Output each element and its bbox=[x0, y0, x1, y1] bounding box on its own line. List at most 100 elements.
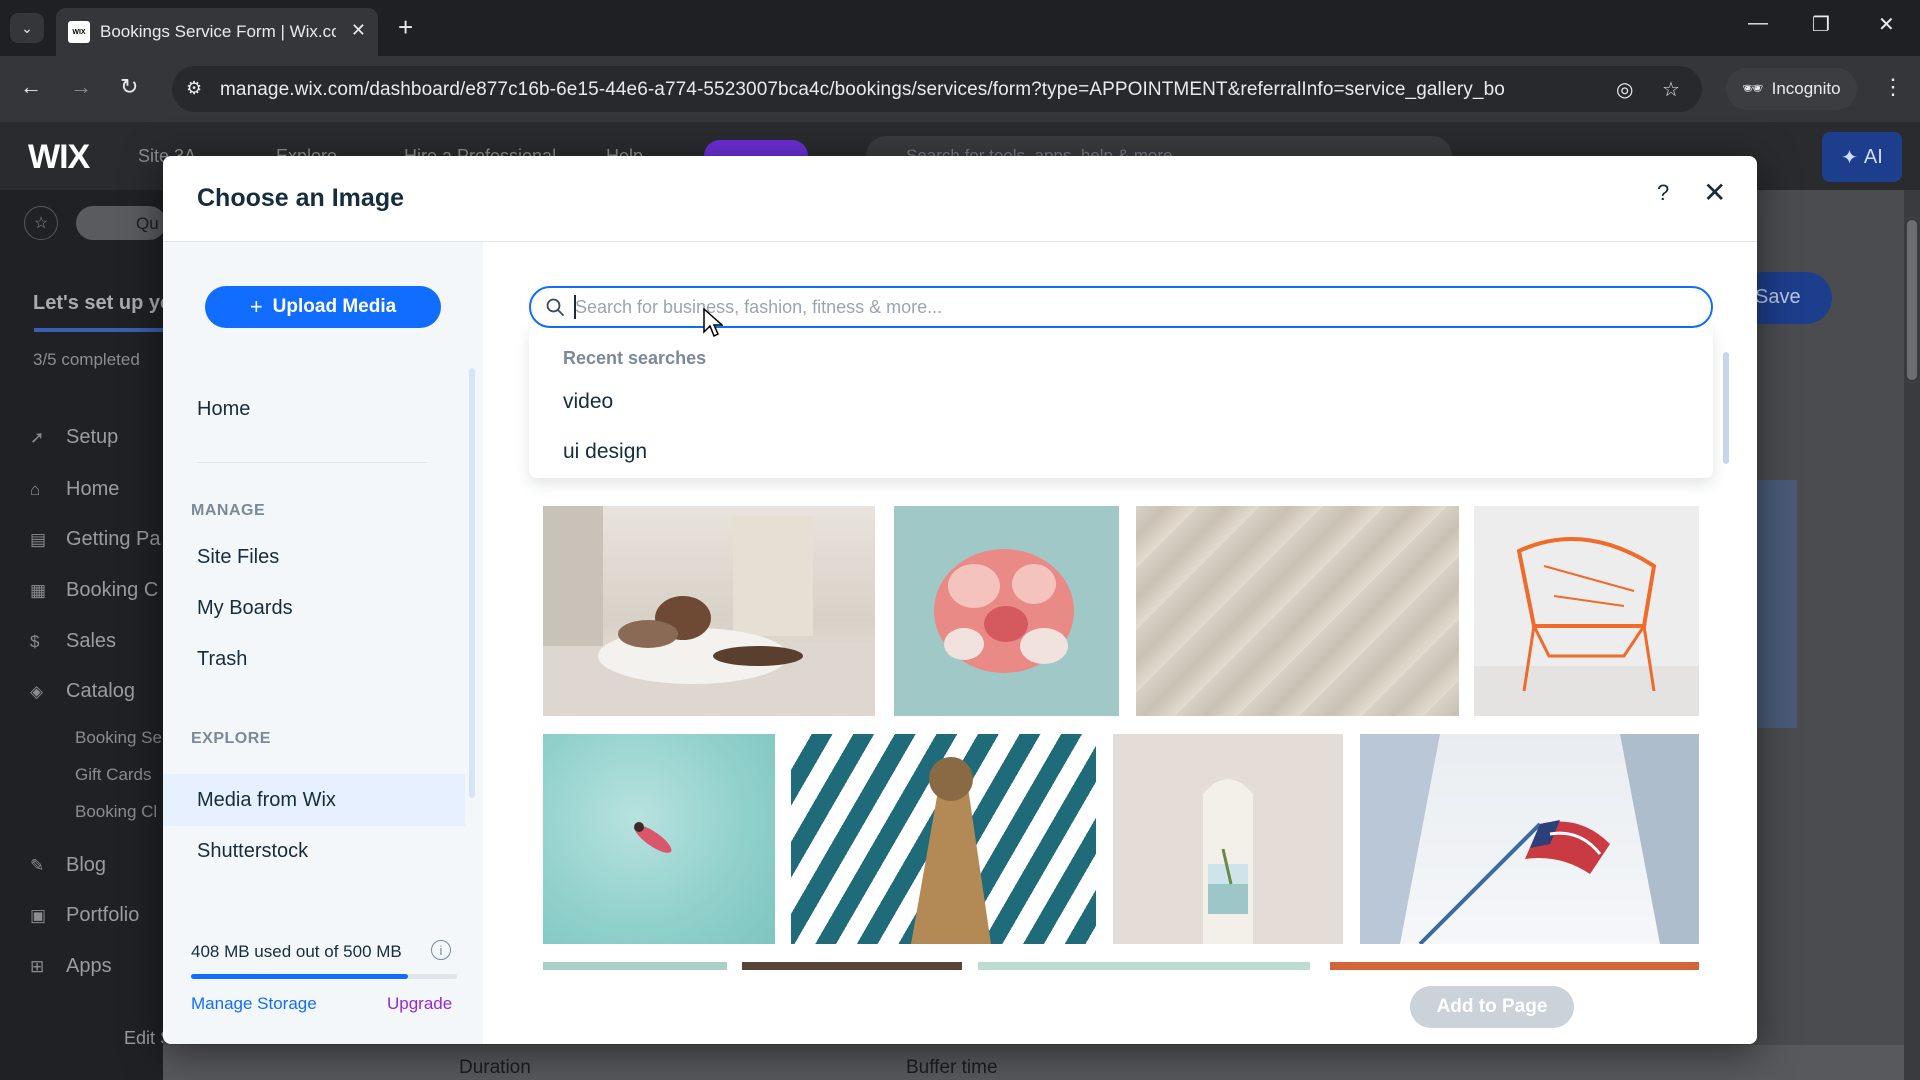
storage-usage-text: 408 MB used out of 500 MB bbox=[191, 942, 402, 961]
apps-icon: ⊞ bbox=[30, 957, 45, 976]
plus-icon: + bbox=[249, 294, 263, 319]
sidebar-item-setup[interactable]: ➚ Setup bbox=[30, 426, 118, 449]
manage-storage-link[interactable]: Manage Storage bbox=[191, 994, 317, 1014]
sidebar-sub-booking-classes[interactable]: Booking Cl bbox=[75, 802, 157, 822]
gallery-image-sand-texture[interactable] bbox=[1136, 506, 1459, 716]
recent-search-item[interactable]: video bbox=[563, 390, 613, 414]
wix-favicon-icon: WIX bbox=[68, 21, 90, 43]
browser-menu-icon[interactable]: ⋮ bbox=[1882, 74, 1904, 100]
gallery-image-partial-2[interactable] bbox=[742, 962, 962, 970]
setup-title: Let's set up yo bbox=[33, 292, 173, 314]
new-tab-icon[interactable]: + bbox=[398, 12, 413, 43]
nav-site-files[interactable]: Site Files bbox=[197, 546, 279, 569]
browser-toolbar: ← → ↻ ⚙ manage.wix.com/dashboard/e877c16… bbox=[0, 56, 1920, 122]
page-scrollbar-thumb[interactable] bbox=[1907, 220, 1917, 380]
add-to-page-button[interactable]: Add to Page bbox=[1410, 986, 1574, 1028]
duration-label: Duration bbox=[459, 1057, 531, 1078]
nav-home[interactable]: Home bbox=[197, 398, 250, 421]
tab-title: Bookings Service Form | Wix.com bbox=[100, 22, 336, 41]
upload-media-label: Upload Media bbox=[272, 296, 397, 317]
favorites-star-icon[interactable]: ☆ bbox=[24, 206, 58, 240]
bookmark-star-icon[interactable]: ☆ bbox=[1662, 77, 1680, 102]
gallery-image-orange-chair[interactable] bbox=[1474, 506, 1699, 716]
nav-shutterstock[interactable]: Shutterstock bbox=[197, 840, 308, 863]
search-icon bbox=[546, 298, 564, 316]
url-text[interactable]: manage.wix.com/dashboard/e877c16b-6e15-4… bbox=[220, 79, 1505, 101]
sidebar-item-getting-paid[interactable]: ▤ Getting Pa bbox=[30, 528, 161, 551]
dashboard-side-panel bbox=[1757, 480, 1797, 728]
upgrade-link[interactable]: Upgrade bbox=[387, 994, 452, 1014]
gallery-image-striped-umbrella[interactable] bbox=[791, 734, 1096, 944]
forward-icon[interactable]: → bbox=[70, 74, 92, 100]
setup-progress-text: 3/5 completed bbox=[33, 350, 140, 369]
upload-media-button[interactable]: + Upload Media bbox=[205, 286, 441, 328]
sidebar-item-portfolio[interactable]: ▣ Portfolio bbox=[30, 904, 139, 927]
gallery-image-swimmer[interactable] bbox=[543, 734, 775, 944]
gallery-image-partial-3[interactable] bbox=[978, 962, 1310, 970]
nav-media-from-wix[interactable]: Media from Wix bbox=[197, 789, 336, 812]
gallery-image-partial-1[interactable] bbox=[543, 962, 727, 970]
help-icon[interactable]: ? bbox=[1657, 180, 1669, 206]
sparkle-icon: ✦ bbox=[1841, 146, 1858, 169]
striped-umbrella-thumbnail bbox=[911, 757, 991, 944]
gallery-image-coral-sculpture[interactable] bbox=[894, 506, 1119, 716]
flag-building-thumbnail bbox=[1360, 734, 1699, 944]
gallery-image-flag-building[interactable] bbox=[1360, 734, 1699, 944]
choose-image-dialog: Choose an Image ? ✕ + Upload Media Home … bbox=[163, 156, 1757, 1044]
home-icon: ⌂ bbox=[30, 480, 41, 499]
gallery-image-archway[interactable] bbox=[1113, 734, 1343, 944]
mother-child-thumbnail bbox=[543, 506, 875, 716]
window-close-icon[interactable]: ✕ bbox=[1878, 12, 1895, 37]
portfolio-icon: ▣ bbox=[30, 906, 47, 925]
text-caret bbox=[574, 295, 576, 319]
eye-off-icon[interactable]: ◎ bbox=[1616, 77, 1633, 102]
catalog-icon: ◈ bbox=[30, 682, 44, 701]
tab-close-icon[interactable]: ✕ bbox=[351, 20, 366, 41]
dashboard-sidebar: ☆ Qu Let's set up yo 3/5 completed ➚ Setu… bbox=[0, 190, 191, 1080]
coral-sculpture-thumbnail bbox=[934, 549, 1074, 673]
recent-search-item[interactable]: ui design bbox=[563, 440, 647, 464]
nav-my-boards[interactable]: My Boards bbox=[197, 597, 293, 620]
ai-label: AI bbox=[1863, 145, 1883, 168]
reload-icon[interactable]: ↻ bbox=[120, 74, 138, 100]
dashboard-form-strip bbox=[163, 1045, 1920, 1080]
sidebar-item-catalog[interactable]: ◈ Catalog bbox=[30, 680, 135, 703]
sidebar-item-apps[interactable]: ⊞ Apps bbox=[30, 955, 112, 978]
gallery-image-partial-4[interactable] bbox=[1330, 962, 1699, 970]
gallery-scrollbar[interactable] bbox=[1723, 352, 1729, 464]
nav-trash[interactable]: Trash bbox=[197, 648, 247, 671]
gallery-image-mother-child[interactable] bbox=[543, 506, 875, 716]
archway-thumbnail bbox=[1203, 779, 1253, 944]
site-info-icon[interactable]: ⚙ bbox=[186, 78, 202, 99]
media-search-input[interactable] bbox=[575, 294, 1695, 320]
media-sidebar: + Upload Media Home MANAGE Site Files My… bbox=[163, 242, 483, 1044]
tab-search-dropdown-icon[interactable]: ⌄ bbox=[10, 13, 44, 43]
address-bar[interactable]: ⚙ manage.wix.com/dashboard/e877c16b-6e15… bbox=[172, 66, 1702, 112]
calendar-icon: ▦ bbox=[30, 581, 47, 600]
wix-logo[interactable]: WIX bbox=[28, 138, 90, 177]
sidebar-scrollbar[interactable] bbox=[469, 368, 475, 798]
sidebar-sub-booking-services[interactable]: Booking Se bbox=[75, 728, 162, 748]
info-icon[interactable]: i bbox=[431, 940, 451, 960]
incognito-label: Incognito bbox=[1771, 79, 1841, 98]
quick-access-pill[interactable]: Qu bbox=[76, 206, 166, 240]
browser-tab[interactable]: WIX Bookings Service Form | Wix.com ✕ bbox=[56, 8, 378, 56]
page-scrollbar[interactable] bbox=[1904, 190, 1920, 1080]
swimmer-thumbnail bbox=[634, 822, 672, 853]
dollar-icon: $ bbox=[30, 632, 40, 651]
back-icon[interactable]: ← bbox=[20, 74, 42, 100]
incognito-icon: 🕶 bbox=[1742, 79, 1764, 98]
minimize-icon[interactable]: — bbox=[1748, 12, 1768, 35]
setup-progress-bar bbox=[34, 328, 163, 332]
sidebar-item-sales[interactable]: $ Sales bbox=[30, 630, 116, 653]
ai-assistant-button[interactable]: ✦ AI bbox=[1822, 132, 1902, 182]
sidebar-item-blog[interactable]: ✎ Blog bbox=[30, 854, 106, 877]
explore-heading: EXPLORE bbox=[191, 730, 271, 747]
sidebar-sub-gift-cards[interactable]: Gift Cards bbox=[75, 765, 152, 785]
sidebar-item-home[interactable]: ⌂ Home bbox=[30, 478, 119, 501]
sidebar-item-booking-calendar[interactable]: ▦ Booking C bbox=[30, 579, 158, 602]
incognito-badge[interactable]: 🕶 Incognito bbox=[1726, 68, 1857, 110]
restore-icon[interactable]: ❐ bbox=[1812, 12, 1830, 37]
buffer-time-label: Buffer time bbox=[906, 1057, 998, 1078]
close-icon[interactable]: ✕ bbox=[1703, 176, 1726, 209]
